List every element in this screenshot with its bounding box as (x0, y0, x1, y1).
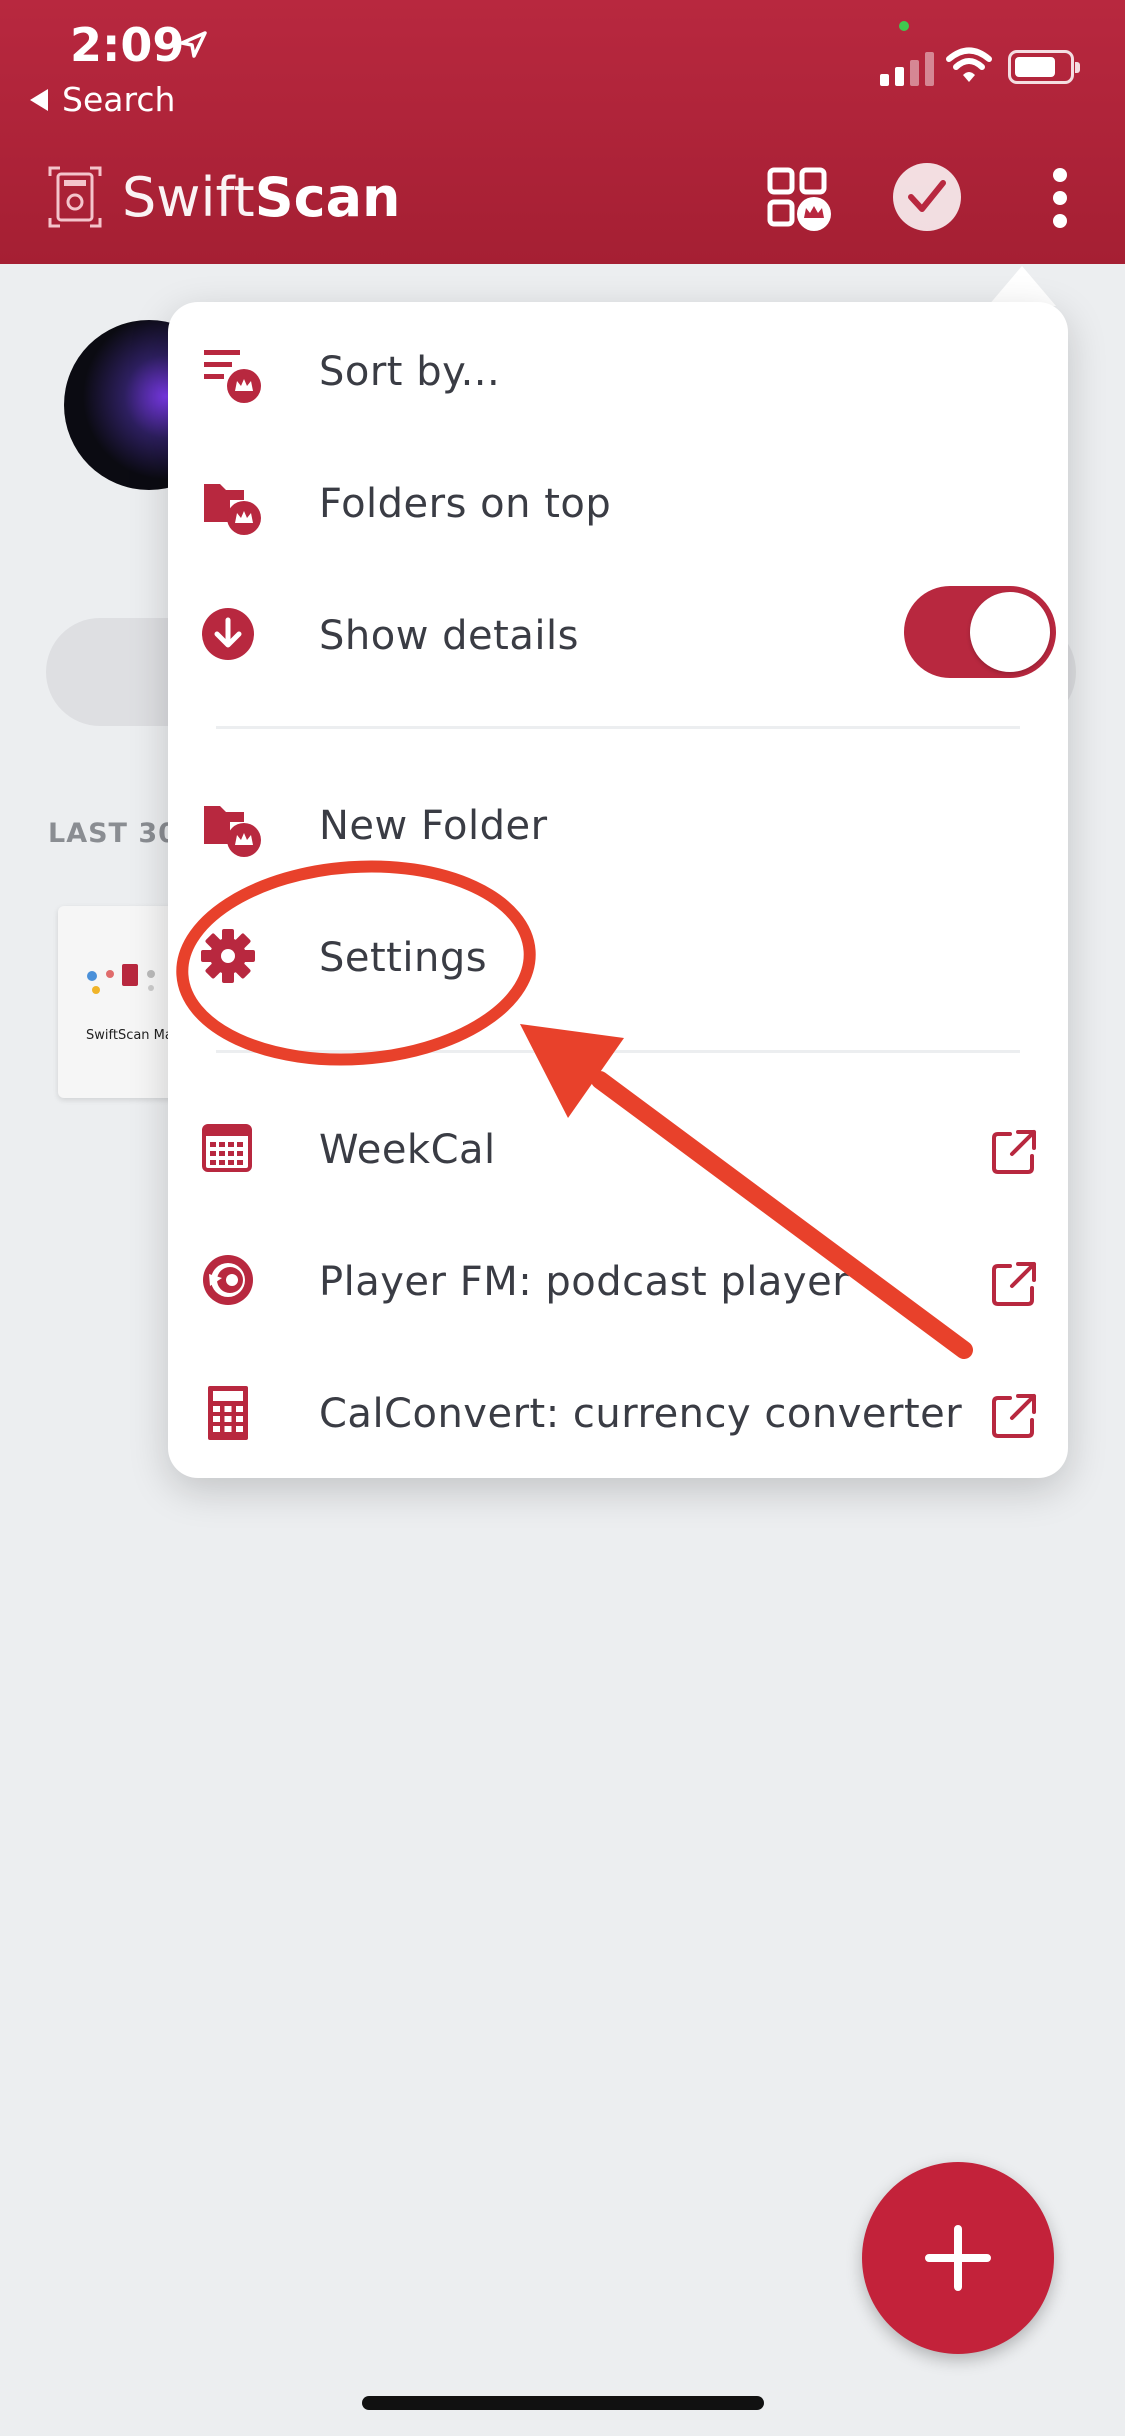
sort-premium-icon (204, 350, 261, 403)
new-folder-premium-icon (204, 806, 261, 857)
back-search-label: Search (62, 80, 176, 119)
back-triangle-icon (30, 88, 48, 111)
app-brand-title: SwiftScan (122, 166, 400, 229)
menu-item-new-folder[interactable]: New Folder (168, 766, 1068, 886)
brand-scan: Scan (254, 166, 401, 229)
external-link-icon (992, 1130, 1036, 1174)
menu-item-calconvert[interactable]: CalConvert: currency converter (168, 1354, 1068, 1474)
menu-pointer (988, 266, 1056, 306)
options-menu: Sort by... Folders on top Show details N… (168, 302, 1068, 1478)
app-header: 2:09 Search SwiftScan (0, 0, 1125, 264)
menu-item-label: Show details (319, 613, 579, 659)
folder-premium-icon (204, 484, 261, 535)
home-indicator[interactable] (362, 2396, 764, 2410)
select-check-button[interactable] (893, 163, 961, 231)
menu-item-weekcal[interactable]: WeekCal (168, 1090, 1068, 1210)
cellular-signal-icon (880, 50, 934, 86)
menu-item-label: Player FM: podcast player (319, 1259, 850, 1305)
location-arrow-icon (180, 31, 207, 58)
external-link-icon (992, 1262, 1036, 1306)
menu-item-label: Folders on top (319, 481, 612, 527)
menu-item-label: Settings (319, 935, 488, 981)
menu-item-label: CalConvert: currency converter (319, 1391, 963, 1437)
wifi-icon (946, 47, 992, 82)
menu-item-label: Sort by... (319, 349, 501, 395)
show-details-toggle[interactable] (904, 586, 1056, 678)
calendar-icon (202, 1124, 252, 1172)
swiftscan-logo-icon (48, 166, 102, 228)
menu-item-label: WeekCal (319, 1127, 496, 1173)
back-to-search-link[interactable]: Search (30, 80, 175, 119)
download-circle-icon (202, 608, 254, 660)
external-link-icon (992, 1394, 1036, 1438)
podcast-icon (203, 1255, 253, 1305)
calculator-icon (208, 1386, 248, 1440)
menu-divider (216, 1050, 1020, 1053)
battery-icon (1008, 50, 1080, 84)
premium-grid-icon[interactable] (766, 166, 832, 232)
more-options-button[interactable] (1042, 168, 1078, 228)
gear-icon (201, 929, 255, 983)
menu-item-folders-on-top[interactable]: Folders on top (168, 444, 1068, 564)
plus-icon (925, 2225, 991, 2291)
privacy-indicator-dot (899, 21, 909, 31)
menu-item-label: New Folder (319, 803, 548, 849)
menu-divider (216, 726, 1020, 729)
menu-item-settings[interactable]: Settings (168, 898, 1068, 1018)
brand-swift: Swift (122, 166, 255, 229)
menu-item-sort-by[interactable]: Sort by... (168, 312, 1068, 432)
checkmark-icon (908, 180, 946, 212)
status-time: 2:09 (70, 18, 185, 72)
add-button[interactable] (862, 2162, 1054, 2354)
menu-item-player-fm[interactable]: Player FM: podcast player (168, 1222, 1068, 1342)
